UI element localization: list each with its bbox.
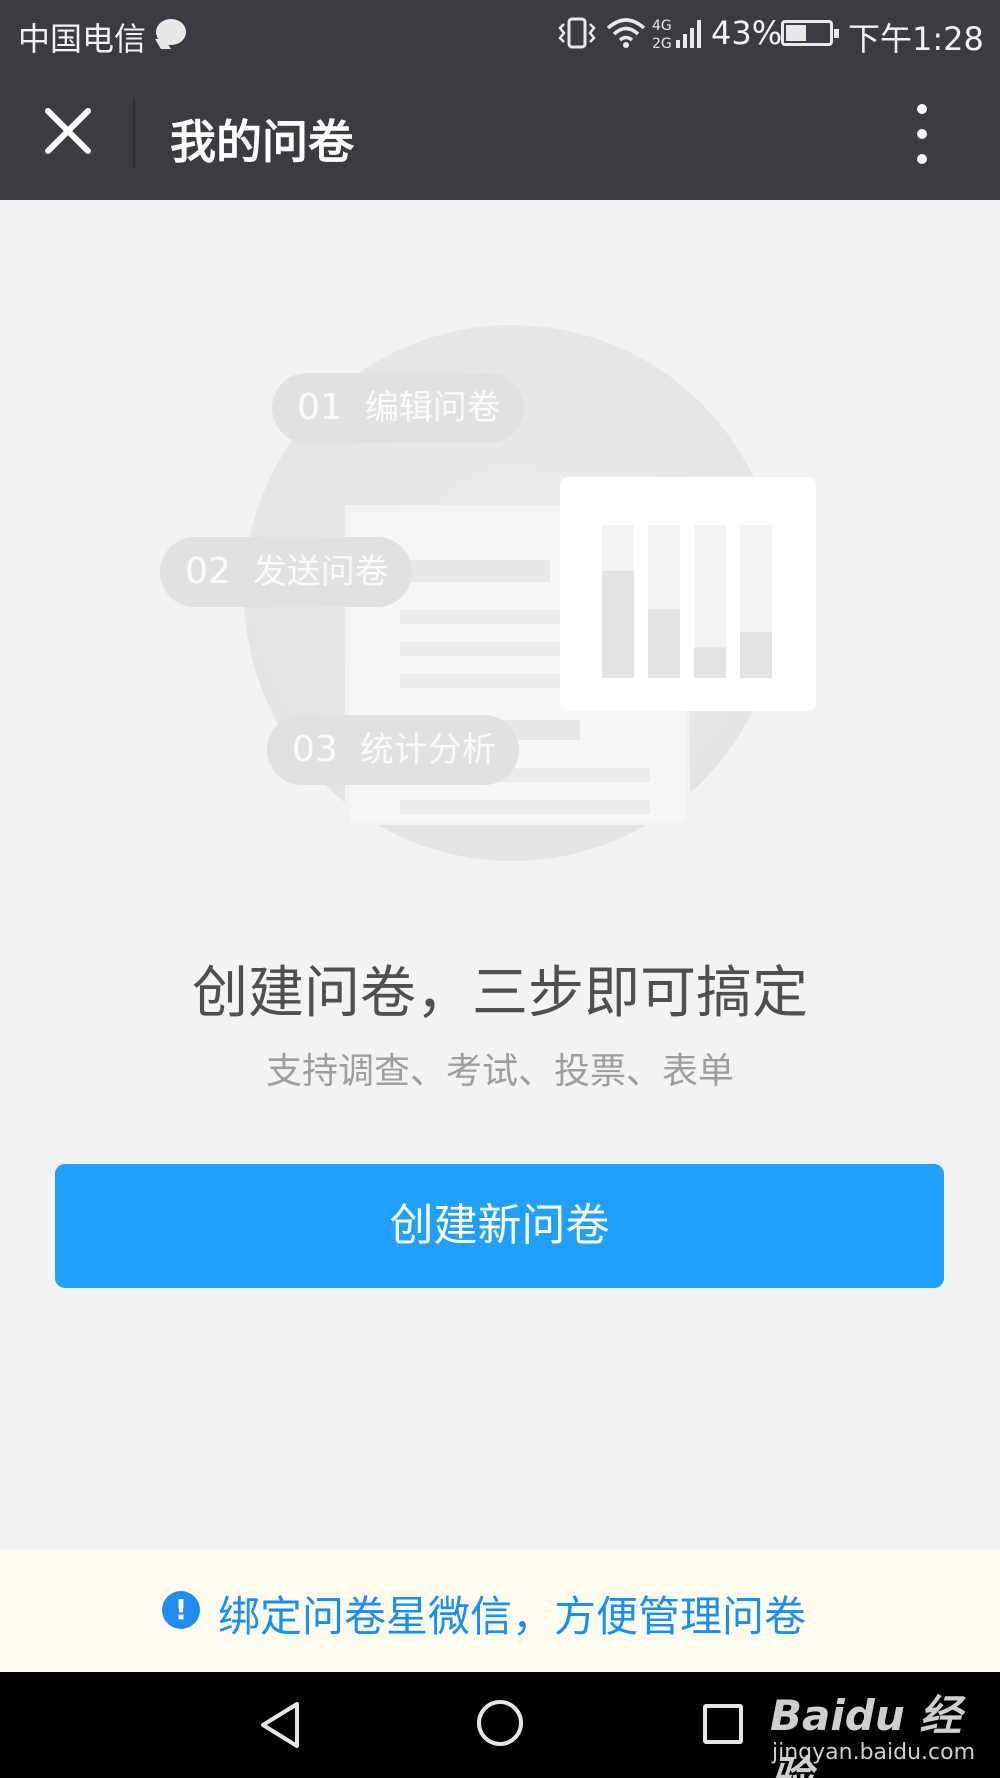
more-options-button[interactable] — [900, 96, 946, 172]
bar-chart-card-icon — [560, 477, 816, 711]
title-bar: 我的问卷 — [0, 66, 1000, 200]
bind-wechat-notice[interactable]: ! 绑定问卷星微信，方便管理问卷 — [0, 1550, 1000, 1672]
more-dots-icon — [917, 104, 927, 114]
close-button[interactable] — [28, 91, 108, 171]
bar-fill — [648, 609, 680, 678]
status-bar: 中国电信 4G 2G 43% 下午1:28 — [0, 0, 1000, 66]
network-type-label: 4G — [652, 18, 672, 34]
bar-fill — [740, 632, 772, 678]
step-pill-send: 02 发送问卷 — [160, 537, 412, 607]
page-title: 我的问卷 — [170, 115, 354, 169]
empty-state-subtitle: 支持调查、考试、投票、表单 — [265, 1051, 734, 1092]
watermark-url: jingyan.baidu.com — [772, 1740, 976, 1765]
alert-icon: ! — [162, 1591, 200, 1629]
baidu-jingyan-watermark: Baidu 经验 jingyan.baidu.com — [770, 1678, 975, 1778]
message-notification-icon — [156, 19, 186, 45]
notice-text: 绑定问卷星微信，方便管理问卷 — [218, 1592, 807, 1641]
system-nav-bar: Baidu 经验 jingyan.baidu.com — [0, 1672, 1000, 1778]
svg-text:2G: 2G — [652, 36, 672, 52]
empty-state-illustration: 01 编辑问卷 02 发送问卷 03 统计分析 — [140, 320, 840, 870]
title-divider — [133, 98, 135, 168]
close-icon — [45, 108, 91, 154]
home-icon[interactable] — [477, 1700, 523, 1746]
create-survey-button[interactable]: 创建新问卷 — [55, 1164, 944, 1288]
cellular-signal-icon: 4G 2G — [652, 18, 701, 52]
wifi-icon — [606, 18, 646, 48]
step-pill-edit: 01 编辑问卷 — [272, 373, 524, 443]
carrier-name: 中国电信 — [18, 20, 147, 58]
battery-icon — [781, 20, 839, 46]
bar-fill — [694, 647, 726, 678]
battery-percent: 43% — [711, 14, 783, 52]
recent-apps-icon[interactable] — [703, 1704, 743, 1744]
clock: 下午1:28 — [848, 20, 984, 58]
step-pill-analyze: 03 统计分析 — [267, 715, 519, 785]
empty-state-headline: 创建问卷，三步即可搞定 — [192, 961, 808, 1026]
vibrate-icon — [558, 17, 596, 49]
back-icon[interactable] — [255, 1698, 305, 1752]
bar-fill — [602, 570, 634, 678]
